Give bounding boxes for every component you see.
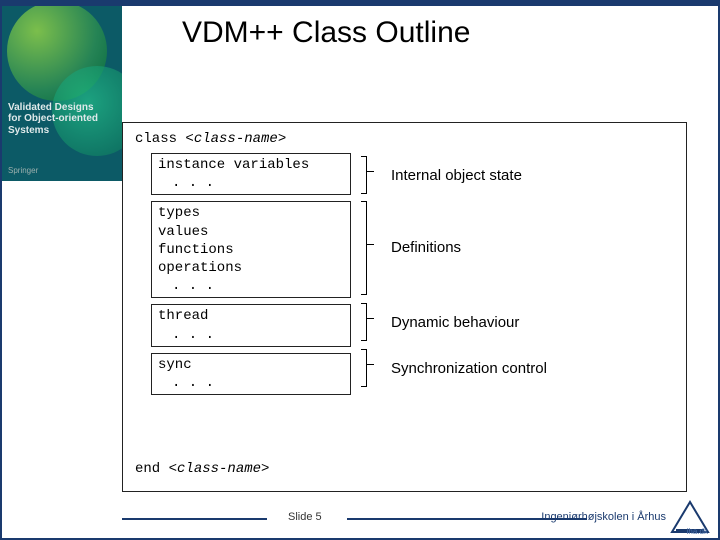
school-name: Ingeniørhøjskolen i Århus [541,511,666,523]
functions-keyword: functions [158,241,344,259]
sync-keyword: sync [158,356,344,374]
thread-keyword: thread [158,307,344,325]
book-cover-thumbnail: Validated Designs for Object-oriented Sy… [2,6,122,181]
book-title-line1: Validated Designs [8,102,94,113]
annotation-sync: Synchronization control [391,360,547,377]
slide-number: Slide 5 [288,511,322,523]
class-name-placeholder: <class-name> [185,131,286,147]
instance-dots: . . . [158,174,344,192]
definitions-box: types values functions operations . . . [151,201,351,298]
brace-dynamic [361,303,367,341]
footer-line-left [122,518,267,520]
end-declaration: end <class-name> [135,461,269,477]
school-domain: iha.dk [687,527,708,536]
brace-sync [361,349,367,387]
sync-box: sync . . . [151,353,351,395]
end-keyword: end [135,461,160,477]
values-keyword: values [158,223,344,241]
brace-state [361,156,367,194]
book-publisher: Springer [8,166,38,175]
definitions-dots: . . . [158,277,344,295]
instance-variables-box: instance variables . . . [151,153,351,195]
slide-title: VDM++ Class Outline [182,16,470,50]
book-title-line2: for Object-oriented [8,113,98,124]
thread-box: thread . . . [151,304,351,346]
sync-dots: . . . [158,374,344,392]
annotation-definitions: Definitions [391,239,461,256]
annotation-dynamic: Dynamic behaviour [391,314,519,331]
brace-definitions [361,201,367,295]
book-title-line3: Systems [8,125,49,136]
end-class-name: <class-name> [169,461,270,477]
class-outline-box: class <class-name> instance variables . … [122,122,687,492]
operations-keyword: operations [158,259,344,277]
class-declaration: class <class-name> [135,131,674,147]
slide-footer: Slide 5 Ingeniørhøjskolen i Århus [2,508,718,532]
thread-dots: . . . [158,326,344,344]
types-keyword: types [158,204,344,222]
code-column: instance variables . . . types values fu… [151,153,351,401]
instance-keyword: instance variables [158,156,344,174]
class-keyword: class [135,131,177,147]
annotation-state: Internal object state [391,167,522,184]
